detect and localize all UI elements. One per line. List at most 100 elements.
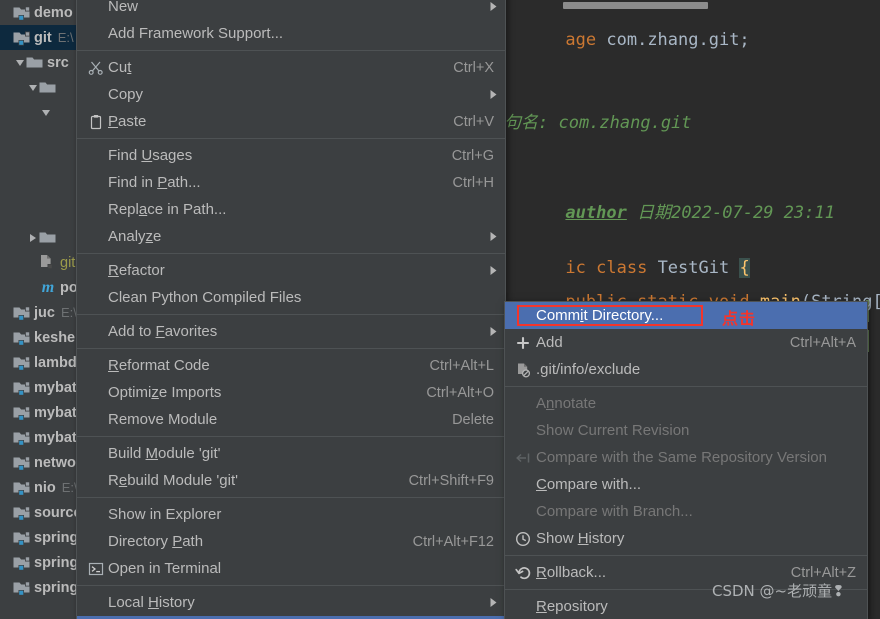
tree-item-label: keshe bbox=[34, 329, 76, 346]
menu-item-paste[interactable]: Paste Ctrl+V bbox=[77, 108, 505, 135]
tree-item-nio[interactable]: nio E:\ bbox=[0, 475, 80, 500]
menu-item-optimize-imports[interactable]: Optimize Imports Ctrl+Alt+O bbox=[77, 379, 505, 406]
tree-item-label: lambd bbox=[34, 354, 77, 371]
menu-item-label: Local History bbox=[108, 594, 195, 611]
tree-expand-arrow-icon[interactable] bbox=[39, 109, 52, 117]
menu-item-shortcut: Delete bbox=[452, 411, 494, 428]
tree-item[interactable] bbox=[0, 175, 80, 200]
tree-item-demo[interactable]: demo bbox=[0, 0, 80, 25]
menu-item-icon-slot bbox=[83, 25, 108, 43]
tree-item-git[interactable]: git E:\ bbox=[0, 25, 80, 50]
menu-item-label: Compare with... bbox=[536, 476, 642, 493]
menu-item-open-in-terminal[interactable]: Open in Terminal bbox=[77, 555, 505, 582]
menu-item-show-history[interactable]: Show History bbox=[505, 525, 867, 552]
folder-icon bbox=[26, 55, 44, 71]
project-tool-window[interactable]: demo git E:\ src git. m po juc E:\ keshe lambd myba… bbox=[0, 0, 80, 619]
menu-item-label: Cut bbox=[108, 59, 132, 76]
menu-item-label: Rollback... bbox=[536, 564, 607, 581]
menu-item-analyze[interactable]: Analyze bbox=[77, 223, 505, 250]
clock-icon bbox=[509, 530, 536, 548]
menu-item-build-module-git[interactable]: Build Module 'git' bbox=[77, 440, 505, 467]
menu-item-icon-slot bbox=[83, 201, 108, 219]
tree-item[interactable] bbox=[0, 225, 80, 250]
menu-separator bbox=[77, 138, 505, 139]
menu-item-rebuild-module-git[interactable]: Rebuild Module 'git' Ctrl+Shift+F9 bbox=[77, 467, 505, 494]
gitignore-file-icon bbox=[39, 254, 57, 271]
tree-item[interactable] bbox=[0, 150, 80, 175]
tree-item-label: nio bbox=[34, 479, 56, 496]
tree-expand-arrow-icon[interactable] bbox=[26, 84, 39, 92]
tree-item-source[interactable]: source bbox=[0, 500, 80, 525]
tree-item-spring[interactable]: spring bbox=[0, 575, 80, 600]
menu-item-add-framework-support[interactable]: Add Framework Support... bbox=[77, 20, 505, 47]
menu-item-new[interactable]: New bbox=[77, 0, 505, 20]
menu-item-label: Find in Path... bbox=[108, 174, 201, 191]
tree-item-mybat[interactable]: mybat bbox=[0, 425, 80, 450]
menu-item-label: Replace in Path... bbox=[108, 201, 227, 218]
menu-item-add[interactable]: Add Ctrl+Alt+A bbox=[505, 329, 867, 356]
tree-item-spring[interactable]: spring bbox=[0, 525, 80, 550]
chevron-right-icon bbox=[490, 262, 497, 279]
tree-item-label: spring bbox=[34, 579, 79, 596]
tree-item-src[interactable]: src bbox=[0, 50, 80, 75]
chevron-right-icon bbox=[490, 594, 497, 611]
menu-item-refactor[interactable]: Refactor bbox=[77, 257, 505, 284]
menu-item-replace-in-path[interactable]: Replace in Path... bbox=[77, 196, 505, 223]
tree-item-label: spring bbox=[34, 529, 79, 546]
menu-item-label: Open in Terminal bbox=[108, 560, 222, 577]
tree-item-lambd[interactable]: lambd bbox=[0, 350, 80, 375]
horizontal-scrollbar[interactable] bbox=[563, 2, 708, 9]
menu-item-show-in-explorer[interactable]: Show in Explorer bbox=[77, 501, 505, 528]
tree-item-netwo[interactable]: netwo bbox=[0, 450, 80, 475]
tree-expand-arrow-icon[interactable] bbox=[26, 233, 39, 243]
tree-item-label: juc bbox=[34, 304, 55, 321]
tree-item[interactable] bbox=[0, 100, 80, 125]
menu-item-add-to-favorites[interactable]: Add to Favorites bbox=[77, 318, 505, 345]
tree-item-label: netwo bbox=[34, 454, 76, 471]
tree-item-label: source bbox=[34, 504, 80, 521]
menu-item-icon-slot bbox=[83, 228, 108, 246]
menu-item-compare-with[interactable]: Compare with... bbox=[505, 471, 867, 498]
tree-item-label: git bbox=[34, 29, 52, 46]
tree-item[interactable] bbox=[0, 200, 80, 225]
menu-item-icon-slot bbox=[83, 411, 108, 429]
menu-item-label: New bbox=[108, 0, 139, 15]
tree-item[interactable] bbox=[0, 125, 80, 150]
menu-item-git-info-exclude[interactable]: .git/info/exclude bbox=[505, 356, 867, 383]
tree-expand-arrow-icon[interactable] bbox=[13, 59, 26, 67]
tree-item-po[interactable]: m po bbox=[0, 275, 80, 300]
menu-item-icon-slot bbox=[509, 503, 536, 521]
maven-module-icon: m bbox=[41, 278, 55, 296]
menu-item-commit-directory[interactable]: Commit Directory... bbox=[505, 302, 867, 329]
tree-item-git[interactable]: git. bbox=[0, 250, 80, 275]
git-submenu[interactable]: Commit Directory... Add Ctrl+Alt+A .git/inf… bbox=[504, 301, 868, 619]
menu-item-shortcut: Ctrl+Alt+L bbox=[429, 357, 494, 374]
tree-item-spring[interactable]: spring bbox=[0, 550, 80, 575]
tree-item-keshe[interactable]: keshe bbox=[0, 325, 80, 350]
menu-item-copy[interactable]: Copy bbox=[77, 81, 505, 108]
menu-item-directory-path[interactable]: Directory Path Ctrl+Alt+F12 bbox=[77, 528, 505, 555]
menu-item-label: Show Current Revision bbox=[536, 422, 690, 439]
module-folder-icon bbox=[13, 305, 31, 321]
menu-item-reformat-code[interactable]: Reformat Code Ctrl+Alt+L bbox=[77, 352, 505, 379]
tree-item-mybat[interactable]: mybat bbox=[0, 400, 80, 425]
menu-item-cut[interactable]: Cut Ctrl+X bbox=[77, 54, 505, 81]
menu-item-find-usages[interactable]: Find Usages Ctrl+G bbox=[77, 142, 505, 169]
menu-item-remove-module[interactable]: Remove Module Delete bbox=[77, 406, 505, 433]
menu-item-icon-slot bbox=[83, 323, 108, 341]
tree-item-label: spring bbox=[34, 554, 79, 571]
menu-item-show-current-revision: Show Current Revision bbox=[505, 417, 867, 444]
menu-item-icon-slot bbox=[83, 262, 108, 280]
menu-item-local-history[interactable]: Local History bbox=[77, 589, 505, 616]
module-folder-icon bbox=[13, 555, 31, 571]
menu-item-find-in-path[interactable]: Find in Path... Ctrl+H bbox=[77, 169, 505, 196]
tree-item[interactable] bbox=[0, 75, 80, 100]
chevron-right-icon bbox=[490, 86, 497, 103]
menu-item-icon-slot bbox=[83, 289, 108, 307]
project-context-menu[interactable]: New Add Framework Support... Cut Ctrl+X Copy… bbox=[76, 0, 506, 619]
tree-item-mybat[interactable]: mybat bbox=[0, 375, 80, 400]
terminal-icon bbox=[83, 560, 108, 578]
tree-item-juc[interactable]: juc E:\ bbox=[0, 300, 80, 325]
menu-item-label: Find Usages bbox=[108, 147, 193, 164]
menu-item-clean-python-compiled-files[interactable]: Clean Python Compiled Files bbox=[77, 284, 505, 311]
